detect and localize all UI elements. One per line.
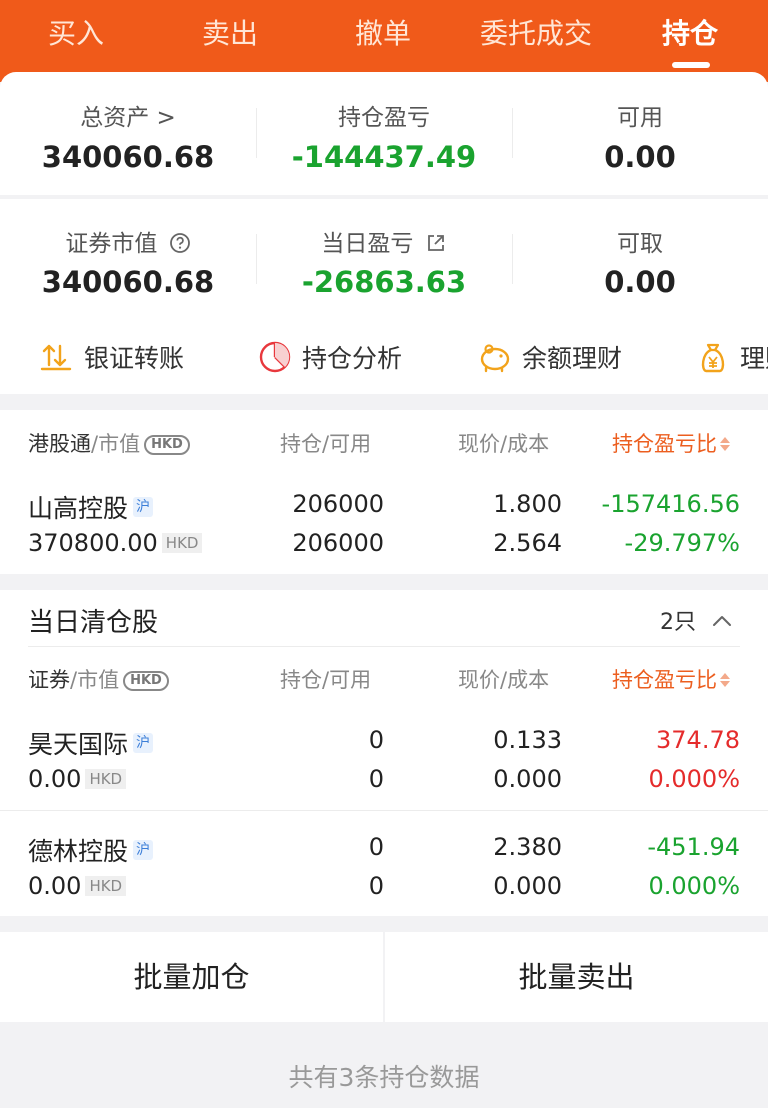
tab-sell[interactable]: 卖出 [190,14,270,54]
holdings-col-position: 持仓/可用 [280,432,372,456]
quick-action-balance-finance[interactable]: 余额理财 [478,335,622,379]
quick-action-label: 持仓分析 [302,344,403,373]
divider [0,810,768,811]
available-label: 可用 [617,105,663,131]
top-tab-bar: 买入 卖出 撤单 委托成交 持仓 [0,0,768,82]
cleared-positions-section: 当日清仓股 2只 证券/市值 HKD 持仓/可用 现价/成本 持仓盈亏比 昊天国际… [0,590,768,916]
stock-cost: 2.564 [493,529,562,557]
stock-market-value: 0.00 HKD [28,765,127,793]
exchange-tag: 沪 [133,840,154,860]
stock-pnl-percent: -29.797% [624,529,740,557]
cleared-col-price: 现价/成本 [458,668,550,692]
holdings-col-pnl-ratio[interactable]: 持仓盈亏比 [612,428,731,458]
batch-add-button[interactable]: 批量加仓 [0,932,383,1022]
stock-market-value: 0.00 HKD [28,872,127,900]
tab-buy[interactable]: 买入 [36,14,116,54]
exchange-tag: 沪 [133,733,154,753]
stock-position: 0 [368,833,384,861]
withdrawable-label: 可取 [617,231,663,257]
total-assets-label[interactable]: 总资产 > [0,98,256,132]
batch-actions: 批量加仓 批量卖出 [0,932,768,1022]
stock-name: 德林控股沪 [28,832,154,868]
cleared-section-title: 当日清仓股 [28,608,159,638]
transfer-icon [40,344,72,371]
stock-name: 山高控股沪 [28,489,154,525]
position-pnl-value: -144437.49 [291,140,477,174]
hkd-badge: HKD [123,671,169,691]
piggy-bank-icon [480,344,510,373]
available-value: 0.00 [604,140,676,174]
stock-market-value: 370800.00 HKD [28,529,203,557]
help-icon[interactable] [169,232,191,254]
total-assets-value: 340060.68 [41,140,215,174]
hkd-badge: HKD [144,435,190,455]
market-value-label[interactable]: 证券市值 [0,224,256,258]
quick-action-transfer[interactable]: 银证转账 [38,335,184,379]
cleared-count: 2只 [660,610,696,635]
quick-action-finance[interactable]: 理财 [696,335,768,379]
stock-available: 206000 [292,529,384,557]
section-separator [0,195,768,199]
stock-pnl: 374.78 [656,726,740,754]
sort-icon[interactable] [719,671,731,689]
quick-action-label: 余额理财 [522,344,623,373]
stock-position: 206000 [292,490,384,518]
quick-action-label: 银证转账 [84,344,185,373]
tab-cancel[interactable]: 撤单 [343,14,423,54]
stock-cost: 0.000 [493,872,562,900]
stock-price: 2.380 [493,833,562,861]
cleared-col-position: 持仓/可用 [280,668,372,692]
batch-sell-button[interactable]: 批量卖出 [385,932,768,1022]
stock-available: 0 [368,872,384,900]
money-bag-icon [701,343,725,373]
exchange-tag: 沪 [133,497,154,517]
stock-position: 0 [368,726,384,754]
quick-action-label: 理财 [740,344,768,373]
cleared-col-pnl-ratio[interactable]: 持仓盈亏比 [612,664,731,694]
stock-pnl: -451.94 [647,833,740,861]
daily-pnl-value: -26863.63 [301,265,467,299]
cleared-collapse-toggle[interactable]: 2只 [660,604,733,636]
tab-orders[interactable]: 委托成交 [470,14,602,54]
holdings-col-price: 现价/成本 [458,432,550,456]
quick-action-analysis[interactable]: 持仓分析 [258,335,402,379]
withdrawable-value: 0.00 [604,265,676,299]
divider [28,646,740,647]
stock-name: 昊天国际沪 [28,725,154,761]
pie-chart-icon [259,341,291,373]
cleared-col-name: 证券/市值 HKD [28,664,169,694]
position-pnl-label: 持仓盈亏 [338,105,430,131]
stock-pnl-percent: 0.000% [648,765,740,793]
holdings-table: 港股通/市值 HKD 持仓/可用 现价/成本 持仓盈亏比 山高控股沪 370800… [0,410,768,574]
stock-price: 0.133 [493,726,562,754]
daily-pnl-label[interactable]: 当日盈亏 [256,224,512,258]
stock-price: 1.800 [493,490,562,518]
active-tab-indicator [672,62,710,68]
stock-pnl: -157416.56 [601,490,740,518]
holdings-count-footer: 共有3条持仓数据 [288,1063,480,1092]
holdings-col-name: 港股通/市值 HKD [28,428,190,458]
stock-pnl-percent: 0.000% [648,872,740,900]
chevron-up-icon [713,616,731,626]
market-value-value: 340060.68 [41,265,215,299]
external-link-icon[interactable] [425,232,447,254]
tab-holdings[interactable]: 持仓 [650,14,730,54]
sort-icon[interactable] [719,435,731,453]
stock-cost: 0.000 [493,765,562,793]
stock-available: 0 [368,765,384,793]
